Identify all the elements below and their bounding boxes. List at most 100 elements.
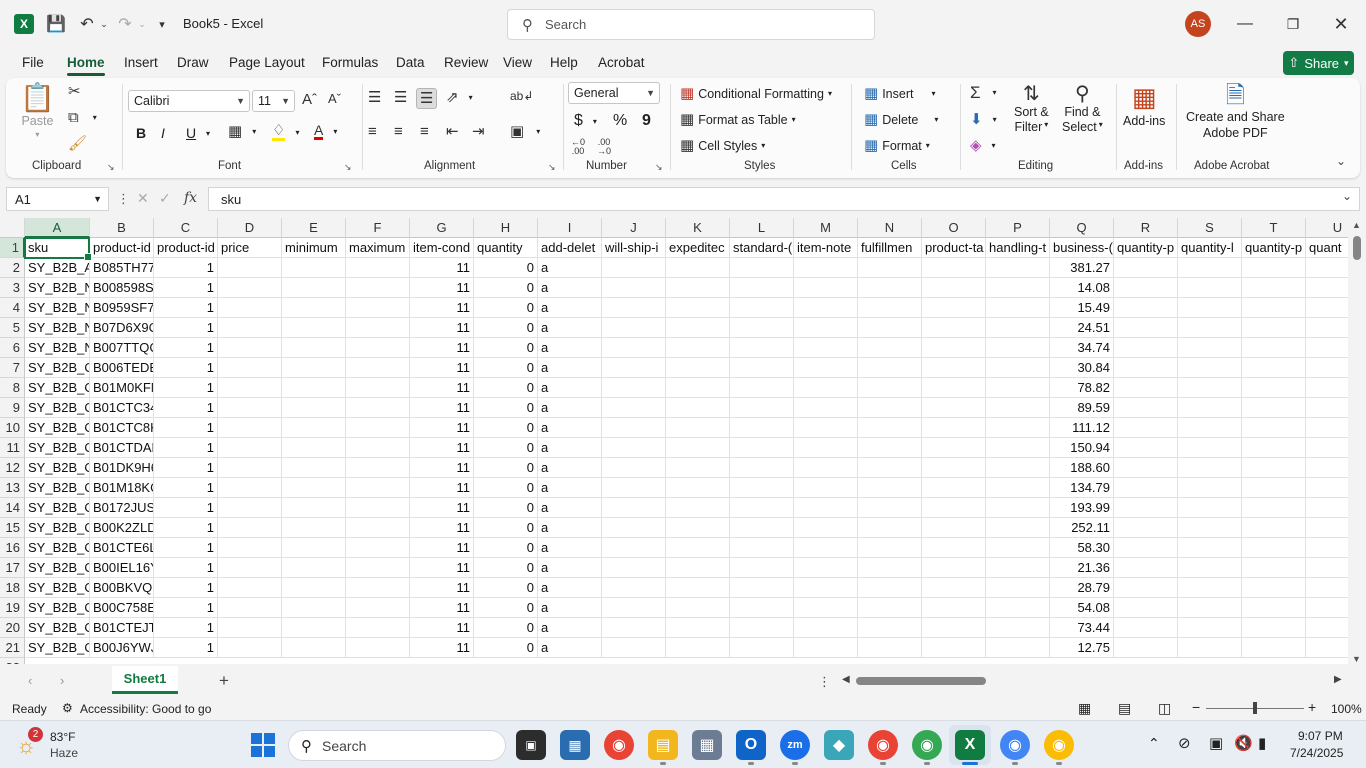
table-cell[interactable] [282, 298, 346, 318]
table-cell[interactable] [1178, 258, 1242, 278]
table-cell[interactable] [794, 498, 858, 518]
table-cell[interactable] [730, 318, 794, 338]
table-cell[interactable]: 1 [154, 478, 218, 498]
fill-button[interactable]: ⬇ ▾ [970, 112, 997, 127]
table-cell[interactable] [282, 278, 346, 298]
table-cell[interactable] [794, 318, 858, 338]
column-header-p[interactable]: P [986, 218, 1050, 238]
table-cell[interactable] [858, 438, 922, 458]
app-icon[interactable]: ◆ [824, 730, 854, 760]
table-cell[interactable] [1178, 478, 1242, 498]
tab-draw[interactable]: Draw [177, 55, 209, 70]
table-cell[interactable]: 11 [410, 398, 474, 418]
table-cell[interactable]: 111.12 [1050, 418, 1114, 438]
table-cell[interactable]: B00K2ZLDI [90, 518, 154, 538]
table-cell[interactable]: 11 [410, 498, 474, 518]
table-cell[interactable] [602, 458, 666, 478]
tab-acrobat[interactable]: Acrobat [598, 55, 645, 70]
table-cell[interactable] [282, 578, 346, 598]
table-cell[interactable] [794, 278, 858, 298]
table-cell[interactable] [1306, 538, 1348, 558]
file-explorer-icon[interactable]: ▤ [648, 730, 678, 760]
table-cell[interactable] [1306, 478, 1348, 498]
table-cell[interactable] [1114, 438, 1178, 458]
create-share-pdf-button[interactable]: 🗎 Create and Share Adobe PDF [1186, 84, 1285, 141]
row-header[interactable]: 20 [0, 618, 25, 638]
table-cell[interactable]: B00IEL16Y [90, 558, 154, 578]
table-cell[interactable] [858, 358, 922, 378]
table-cell[interactable]: SY_B2B_A [25, 258, 90, 278]
merge-center-button[interactable]: ▣ ▾ [510, 124, 540, 139]
table-cell[interactable]: 0 [474, 458, 538, 478]
table-cell[interactable] [986, 378, 1050, 398]
table-cell[interactable] [1242, 458, 1306, 478]
table-cell[interactable] [858, 538, 922, 558]
close-icon[interactable]: ✕ [1326, 10, 1356, 38]
table-cell[interactable] [1114, 318, 1178, 338]
save-icon[interactable]: 💾 [44, 12, 68, 36]
table-cell[interactable]: B00BKVQE [90, 578, 154, 598]
table-cell[interactable]: SY_B2B_N [25, 278, 90, 298]
decrease-font-button[interactable]: Aˇ [328, 92, 341, 105]
table-cell[interactable]: SY_B2B_O [25, 358, 90, 378]
table-cell[interactable] [730, 298, 794, 318]
header-cell[interactable]: sku [25, 238, 90, 258]
table-cell[interactable] [858, 458, 922, 478]
table-cell[interactable] [282, 318, 346, 338]
table-cell[interactable] [282, 398, 346, 418]
display-icon[interactable]: ▣ [1209, 734, 1223, 752]
table-cell[interactable]: a [538, 538, 602, 558]
table-cell[interactable] [794, 358, 858, 378]
table-cell[interactable] [1178, 638, 1242, 658]
table-cell[interactable] [1306, 598, 1348, 618]
table-cell[interactable] [218, 378, 282, 398]
table-cell[interactable] [922, 478, 986, 498]
table-cell[interactable] [922, 538, 986, 558]
header-cell[interactable]: product-id [154, 238, 218, 258]
table-cell[interactable] [858, 498, 922, 518]
table-cell[interactable] [218, 258, 282, 278]
table-cell[interactable] [794, 618, 858, 638]
table-cell[interactable]: a [538, 618, 602, 638]
dialog-launcher-icon[interactable]: ↘ [548, 162, 556, 173]
table-cell[interactable] [730, 458, 794, 478]
table-cell[interactable] [282, 438, 346, 458]
table-cell[interactable]: a [538, 438, 602, 458]
table-cell[interactable] [282, 618, 346, 638]
table-cell[interactable] [666, 538, 730, 558]
orientation-button[interactable]: ⇗ ▾ [446, 90, 473, 105]
align-middle-button[interactable]: ☰ [394, 90, 407, 105]
page-break-view-icon[interactable]: ◫ [1158, 700, 1171, 717]
table-cell[interactable]: SY_B2B_O [25, 538, 90, 558]
table-cell[interactable] [922, 418, 986, 438]
table-cell[interactable] [986, 398, 1050, 418]
table-cell[interactable] [922, 258, 986, 278]
table-cell[interactable] [1178, 578, 1242, 598]
row-header[interactable]: 14 [0, 498, 25, 518]
undo-icon[interactable]: ↶ [76, 12, 98, 36]
tab-view[interactable]: View [503, 55, 532, 70]
table-cell[interactable] [1306, 438, 1348, 458]
customize-toolbar-icon[interactable]: ▾ [154, 12, 170, 36]
table-cell[interactable] [218, 578, 282, 598]
column-header-a[interactable]: A [25, 218, 90, 238]
table-cell[interactable] [666, 498, 730, 518]
table-cell[interactable] [1306, 338, 1348, 358]
outlook-icon[interactable]: O [736, 730, 766, 760]
header-cell[interactable]: quantity-l [1178, 238, 1242, 258]
column-header-r[interactable]: R [1114, 218, 1178, 238]
table-cell[interactable] [1306, 358, 1348, 378]
table-cell[interactable] [346, 358, 410, 378]
table-cell[interactable]: B01CTC8K [90, 418, 154, 438]
table-cell[interactable] [218, 298, 282, 318]
table-cell[interactable]: a [538, 578, 602, 598]
table-cell[interactable]: 0 [474, 438, 538, 458]
table-cell[interactable] [602, 358, 666, 378]
table-cell[interactable] [986, 518, 1050, 538]
table-cell[interactable] [282, 358, 346, 378]
table-cell[interactable] [1178, 338, 1242, 358]
zoom-level[interactable]: 100% [1331, 702, 1362, 716]
table-cell[interactable] [1242, 518, 1306, 538]
table-cell[interactable] [1242, 398, 1306, 418]
delete-cells-button[interactable]: ▦ Delete ▾ [864, 112, 938, 127]
